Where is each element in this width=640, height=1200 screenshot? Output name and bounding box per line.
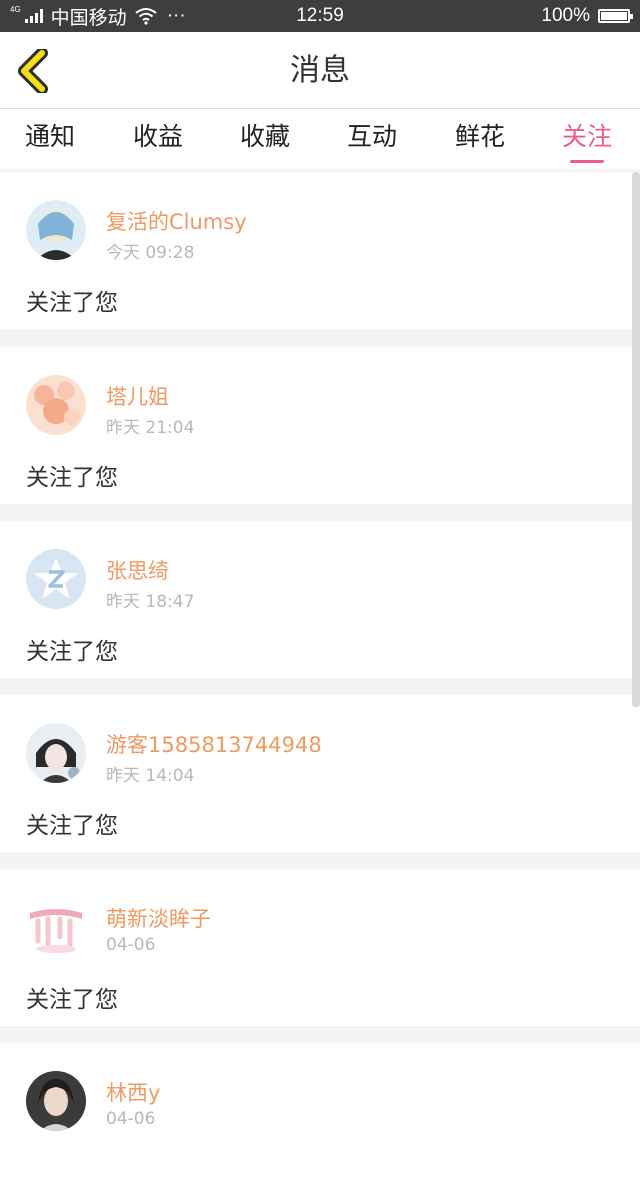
tab-follow[interactable]: 关注 bbox=[562, 109, 612, 169]
message-time: 昨天 18:47 bbox=[106, 592, 195, 612]
status-bar-right: 100% bbox=[541, 0, 633, 32]
message-text: 关注了您 bbox=[26, 290, 118, 316]
user-name[interactable]: 萌新淡眸子 bbox=[106, 903, 211, 933]
avatar[interactable] bbox=[26, 549, 86, 609]
avatar[interactable] bbox=[26, 723, 86, 783]
message-text: 关注了您 bbox=[26, 639, 118, 665]
message-time: 昨天 14:04 bbox=[106, 766, 195, 786]
scrollbar[interactable] bbox=[632, 172, 640, 707]
battery-fill bbox=[601, 12, 627, 20]
message-text: 关注了您 bbox=[26, 813, 118, 839]
nav-header: 消息 bbox=[0, 32, 640, 109]
avatar[interactable] bbox=[26, 375, 86, 435]
avatar[interactable] bbox=[26, 897, 86, 957]
list-item[interactable]: 张思绮 昨天 18:47 关注了您 bbox=[0, 521, 640, 678]
list-item[interactable]: 林西y 04-06 bbox=[0, 1043, 640, 1200]
avatar[interactable] bbox=[26, 1071, 86, 1131]
tab-flowers[interactable]: 鲜花 bbox=[455, 109, 505, 169]
user-name[interactable]: 游客1585813744948 bbox=[106, 729, 322, 759]
tab-favorites[interactable]: 收藏 bbox=[240, 109, 290, 169]
user-name[interactable]: 林西y bbox=[106, 1077, 160, 1107]
message-text: 关注了您 bbox=[26, 987, 118, 1013]
message-time: 今天 09:28 bbox=[106, 243, 195, 263]
user-name[interactable]: 张思绮 bbox=[106, 555, 169, 585]
list-item[interactable]: 游客1585813744948 昨天 14:04 关注了您 bbox=[0, 695, 640, 852]
battery-icon bbox=[598, 9, 633, 23]
message-time: 04-06 bbox=[106, 935, 156, 955]
message-time: 04-06 bbox=[106, 1109, 156, 1129]
list-item[interactable]: 萌新淡眸子 04-06 关注了您 bbox=[0, 869, 640, 1026]
user-name[interactable]: 复活的Clumsy bbox=[106, 206, 247, 236]
message-time: 昨天 21:04 bbox=[106, 418, 195, 438]
tab-notify[interactable]: 通知 bbox=[25, 109, 75, 169]
list-item[interactable]: 塔儿姐 昨天 21:04 关注了您 bbox=[0, 347, 640, 504]
message-text: 关注了您 bbox=[26, 465, 118, 491]
tab-earnings[interactable]: 收益 bbox=[133, 109, 183, 169]
battery-percent: 100% bbox=[541, 5, 590, 26]
avatar[interactable] bbox=[26, 200, 86, 260]
tab-bar: 通知 收益 收藏 互动 鲜花 关注 bbox=[0, 109, 640, 169]
tab-interaction[interactable]: 互动 bbox=[347, 109, 397, 169]
page-title: 消息 bbox=[290, 53, 350, 88]
list-item[interactable]: 复活的Clumsy 今天 09:28 关注了您 bbox=[0, 172, 640, 329]
user-name[interactable]: 塔儿姐 bbox=[106, 381, 169, 411]
status-bar: 4G 中国移动 ··· 12:59 100% bbox=[0, 0, 640, 32]
